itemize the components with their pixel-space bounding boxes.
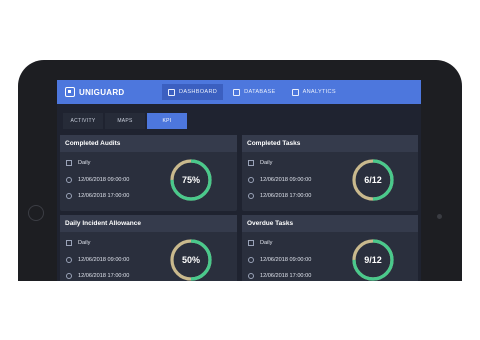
progress-value: 9/12 bbox=[364, 255, 382, 265]
nav-item-database[interactable]: DATABASE bbox=[227, 84, 281, 100]
start-time-row: 12/06/2018 09:00:00 bbox=[248, 257, 311, 263]
nav-item-analytics[interactable]: ANALYTICS bbox=[286, 84, 342, 100]
clock-icon bbox=[248, 177, 254, 183]
end-time-row: 12/06/2018 17:00:00 bbox=[66, 273, 129, 279]
top-navigation-bar: UNIGUARD DASHBOARD DATABASE ANALYTICS bbox=[57, 80, 421, 104]
progress-ring: 9/12 bbox=[351, 238, 395, 281]
end-time-row: 12/06/2018 17:00:00 bbox=[248, 273, 311, 279]
view-tabs: ACTIVITY MAPS KPI bbox=[63, 113, 187, 129]
end-time-text: 12/06/2018 17:00:00 bbox=[78, 273, 130, 279]
progress-ring: 75% bbox=[169, 158, 213, 202]
dashboard-icon bbox=[168, 88, 175, 96]
card-title: Daily Incident Allowance bbox=[60, 215, 237, 232]
end-time-text: 12/06/2018 17:00:00 bbox=[78, 193, 130, 199]
start-time-row: 12/06/2018 09:00:00 bbox=[66, 177, 129, 183]
end-time-text: 12/06/2018 17:00:00 bbox=[260, 273, 312, 279]
card-title: Completed Audits bbox=[60, 135, 237, 152]
clock-icon bbox=[66, 257, 72, 263]
end-time-row: 12/06/2018 17:00:00 bbox=[248, 193, 311, 199]
start-time-text: 12/06/2018 09:00:00 bbox=[78, 177, 130, 183]
uniguard-logo-icon bbox=[65, 87, 75, 97]
progress-value: 75% bbox=[181, 175, 200, 185]
start-time-text: 12/06/2018 09:00:00 bbox=[260, 177, 312, 183]
database-icon bbox=[233, 88, 241, 96]
progress-value: 50% bbox=[181, 255, 200, 265]
logo-text: UNIGUARD bbox=[79, 87, 125, 97]
start-time-row: 12/06/2018 09:00:00 bbox=[66, 257, 129, 263]
clock-icon bbox=[248, 257, 254, 263]
frequency-row: Daily bbox=[248, 160, 272, 166]
nav-item-dashboard[interactable]: DASHBOARD bbox=[162, 84, 224, 100]
calendar-icon bbox=[248, 240, 254, 246]
card-title: Overdue Tasks bbox=[242, 215, 418, 232]
progress-ring: 50% bbox=[169, 238, 213, 281]
progress-ring: 6/12 bbox=[351, 158, 395, 202]
analytics-icon bbox=[291, 88, 299, 96]
start-time-text: 12/06/2018 09:00:00 bbox=[260, 257, 312, 263]
kpi-card-completed-audits[interactable]: Completed Audits Daily 12/06/2018 09:00:… bbox=[60, 135, 237, 211]
progress-value: 6/12 bbox=[364, 175, 382, 185]
frequency-row: Daily bbox=[248, 240, 272, 246]
clock-icon bbox=[66, 193, 72, 199]
app-logo[interactable]: UNIGUARD bbox=[65, 86, 125, 98]
app-screen: UNIGUARD DASHBOARD DATABASE ANALYTICS AC… bbox=[57, 80, 421, 281]
end-time-text: 12/06/2018 17:00:00 bbox=[260, 193, 312, 199]
frequency-text: Daily bbox=[78, 240, 91, 246]
page-background bbox=[0, 281, 480, 340]
clock-icon bbox=[66, 177, 72, 183]
calendar-icon bbox=[248, 160, 254, 166]
tab-activity[interactable]: ACTIVITY bbox=[63, 113, 103, 129]
front-camera bbox=[437, 214, 442, 219]
main-nav: DASHBOARD DATABASE ANALYTICS bbox=[162, 84, 342, 100]
calendar-icon bbox=[66, 160, 72, 166]
start-time-row: 12/06/2018 09:00:00 bbox=[248, 177, 311, 183]
home-button bbox=[28, 205, 44, 221]
nav-label: ANALYTICS bbox=[302, 89, 336, 95]
clock-icon bbox=[248, 273, 254, 279]
calendar-icon bbox=[66, 240, 72, 246]
frequency-row: Daily bbox=[66, 160, 90, 166]
nav-label: DATABASE bbox=[244, 89, 276, 95]
start-time-text: 12/06/2018 09:00:00 bbox=[78, 257, 130, 263]
clock-icon bbox=[248, 193, 254, 199]
kpi-card-daily-incident-allowance[interactable]: Daily Incident Allowance Daily 12/06/201… bbox=[60, 215, 237, 281]
tab-kpi[interactable]: KPI bbox=[147, 113, 187, 129]
frequency-row: Daily bbox=[66, 240, 90, 246]
card-title: Completed Tasks bbox=[242, 135, 418, 152]
end-time-row: 12/06/2018 17:00:00 bbox=[66, 193, 129, 199]
frequency-text: Daily bbox=[78, 160, 91, 166]
clock-icon bbox=[66, 273, 72, 279]
kpi-card-completed-tasks[interactable]: Completed Tasks Daily 12/06/2018 09:00:0… bbox=[242, 135, 418, 211]
tab-maps[interactable]: MAPS bbox=[105, 113, 145, 129]
frequency-text: Daily bbox=[260, 240, 273, 246]
kpi-card-overdue-tasks[interactable]: Overdue Tasks Daily 12/06/2018 09:00:00 … bbox=[242, 215, 418, 281]
nav-label: DASHBOARD bbox=[179, 89, 218, 95]
frequency-text: Daily bbox=[260, 160, 273, 166]
